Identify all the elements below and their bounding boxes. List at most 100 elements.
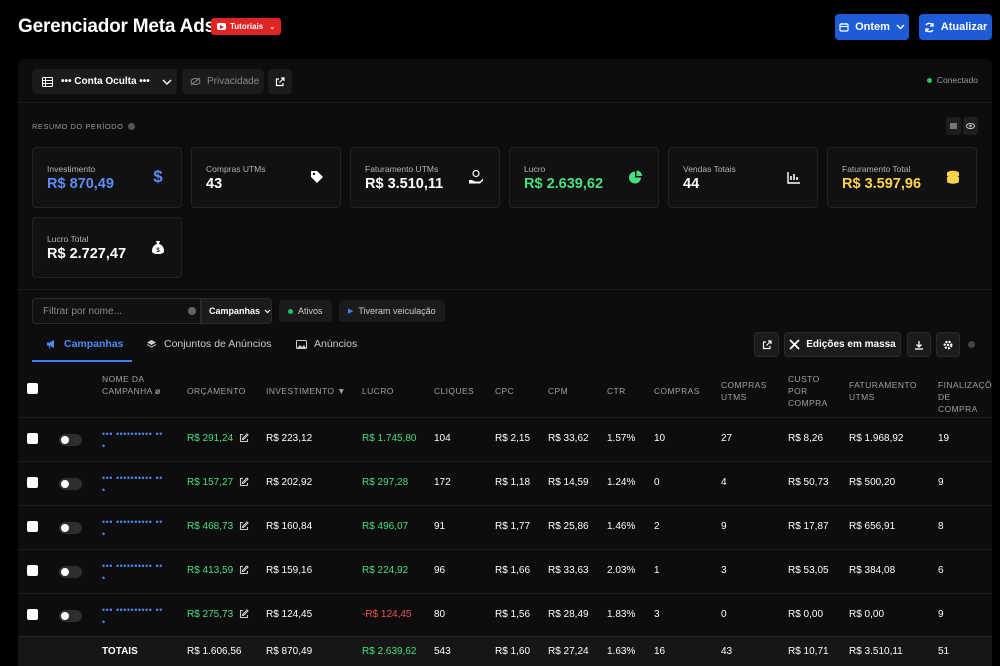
totals-checkout: 51 — [938, 646, 950, 657]
calendar-icon — [839, 23, 849, 32]
totals-clicks: 543 — [434, 646, 451, 657]
table-row[interactable]: ••• •••••••••• ••• R$ 468,73 R$ 160,84 R$ 4… — [18, 505, 992, 548]
cell-budget[interactable]: R$ 291,24 — [187, 433, 249, 444]
campaign-toggle[interactable] — [59, 434, 82, 446]
tab-campaigns[interactable]: Campanhas — [46, 338, 124, 350]
account-bar: ••• Conta Oculta ••• Privacidade Conecta… — [18, 59, 992, 103]
privacy-button[interactable]: Privacidade — [182, 69, 264, 94]
tutorials-label: Tutoriais — [230, 22, 264, 31]
level-select[interactable]: Campanhas — [201, 298, 272, 324]
column-header[interactable]: CUSTO POR COMPRA — [788, 373, 833, 409]
refresh-button[interactable]: Atualizar — [919, 14, 992, 40]
campaign-toggle[interactable] — [59, 522, 82, 534]
hand-coin-icon — [467, 168, 485, 186]
chevron-down-icon — [162, 79, 172, 85]
campaign-name[interactable]: ••• •••••••••• ••• — [102, 428, 164, 452]
date-range-button[interactable]: Ontem — [835, 14, 909, 40]
table-row[interactable]: ••• •••••••••• ••• R$ 157,27 R$ 202,92 R$ 2… — [18, 461, 992, 504]
campaign-name[interactable]: ••• •••••••••• ••• — [102, 604, 164, 628]
column-header[interactable]: COMPRAS — [654, 385, 700, 397]
filter-active-chip[interactable]: Ativos — [279, 300, 332, 322]
row-checkbox[interactable] — [27, 565, 38, 576]
chevron-down-icon: ⌄ — [269, 23, 276, 31]
download-icon — [915, 340, 923, 350]
campaign-name[interactable]: ••• •••••••••• ••• — [102, 472, 164, 496]
totals-purchases: 16 — [654, 646, 666, 657]
refresh-icon — [925, 22, 934, 32]
column-header[interactable]: ORÇAMENTO — [187, 385, 246, 397]
column-header[interactable]: CPM — [548, 385, 568, 397]
date-range-label: Ontem — [855, 21, 890, 33]
column-header[interactable]: CLIQUES — [434, 385, 474, 397]
tab-adsets-label: Conjuntos de Anúncios — [164, 338, 272, 350]
clear-icon[interactable] — [188, 307, 196, 315]
campaign-name[interactable]: ••• •••••••••• ••• — [102, 560, 164, 584]
table-row[interactable]: ••• •••••••••• ••• R$ 275,73 R$ 124,45 -R$ … — [18, 593, 992, 636]
cell-budget[interactable]: R$ 157,27 — [187, 477, 249, 488]
cell-budget[interactable]: R$ 468,73 — [187, 521, 249, 532]
open-external-button[interactable] — [754, 332, 779, 357]
cell-purchases-utm: 3 — [721, 565, 727, 576]
tab-adsets[interactable]: Conjuntos de Anúncios — [146, 338, 271, 350]
tutorials-badge[interactable]: Tutoriais ⌄ — [211, 18, 281, 35]
select-all-checkbox[interactable] — [27, 383, 38, 394]
info-icon — [968, 341, 975, 348]
search-input[interactable]: Filtrar por nome... — [32, 298, 201, 324]
column-header[interactable]: NOME DA CAMPANHA ø — [102, 373, 162, 397]
table-row[interactable]: ••• •••••••••• ••• R$ 413,59 R$ 159,16 R$ 2… — [18, 549, 992, 592]
row-checkbox[interactable] — [27, 477, 38, 488]
table-row[interactable]: ••• •••••••••• ••• R$ 291,24 R$ 223,12 R$ 1… — [18, 417, 992, 460]
cell-revenue-utm: R$ 1.968,92 — [849, 433, 904, 444]
cell-ctr: 1.46% — [607, 521, 636, 532]
cell-profit: R$ 1.745,80 — [362, 433, 417, 444]
campaign-toggle[interactable] — [59, 478, 82, 490]
campaign-toggle[interactable] — [59, 610, 82, 622]
list-icon — [950, 123, 957, 129]
list-view-button[interactable] — [946, 117, 961, 135]
summary-card-value: R$ 870,49 — [47, 176, 114, 192]
column-header[interactable]: FINALIZAÇÕ DE COMPRA — [938, 379, 992, 415]
edit-icon[interactable] — [239, 521, 249, 531]
row-checkbox[interactable] — [27, 521, 38, 532]
toggle-visibility-button[interactable] — [963, 117, 978, 135]
account-name: ••• Conta Oculta ••• — [61, 76, 150, 87]
account-select[interactable]: ••• Conta Oculta ••• — [32, 69, 177, 94]
cell-cpm: R$ 33,62 — [548, 433, 589, 444]
cell-budget[interactable]: R$ 413,59 — [187, 565, 249, 576]
dollar-icon: $ — [153, 167, 163, 186]
filter-delivered-chip[interactable]: ▶ Tiveram veiculação — [339, 300, 445, 322]
download-button[interactable] — [907, 332, 931, 357]
campaign-name[interactable]: ••• •••••••••• ••• — [102, 516, 164, 540]
totals-label: TOTAIS — [102, 646, 138, 657]
edit-icon[interactable] — [239, 565, 249, 575]
campaign-toggle[interactable] — [59, 566, 82, 578]
cell-checkout: 19 — [938, 433, 950, 444]
column-header[interactable]: FATURAMENTO UTMS — [849, 379, 924, 403]
coins-icon — [944, 168, 962, 186]
edit-icon[interactable] — [239, 609, 249, 619]
tag-icon — [308, 168, 326, 186]
cell-purchases: 3 — [654, 609, 660, 620]
tab-ads[interactable]: Anúncios — [296, 338, 357, 350]
open-external-button[interactable] — [268, 69, 292, 94]
summary-card-label: Lucro — [524, 164, 546, 174]
row-checkbox[interactable] — [27, 433, 38, 444]
cell-cost-per: R$ 17,87 — [788, 521, 829, 532]
cell-budget[interactable]: R$ 275,73 — [187, 609, 249, 620]
cell-budget-value: R$ 157,27 — [187, 477, 234, 488]
app-header: Gerenciador Meta Ads Tutoriais ⌄ Ontem A… — [0, 0, 1000, 56]
column-header[interactable]: CTR — [607, 385, 626, 397]
cell-checkout: 9 — [938, 477, 944, 488]
column-header[interactable]: INVESTIMENTO ▼ — [266, 385, 346, 397]
summary-card: Compras UTMs 43 — [191, 147, 341, 208]
column-header[interactable]: COMPRAS UTMS — [721, 379, 771, 403]
bulk-edit-button[interactable]: Edições em massa — [784, 332, 901, 357]
edit-icon[interactable] — [239, 433, 249, 443]
column-header[interactable]: CPC — [495, 385, 514, 397]
edit-icon[interactable] — [239, 477, 249, 487]
column-header[interactable]: LUCRO — [362, 385, 394, 397]
row-checkbox[interactable] — [27, 609, 38, 620]
totals-row: TOTAIS R$ 1.606,56 R$ 870,49 R$ 2.639,62… — [18, 636, 992, 666]
summary-label: RESUMO DO PERÍODO — [32, 122, 136, 131]
settings-button[interactable] — [936, 332, 960, 357]
